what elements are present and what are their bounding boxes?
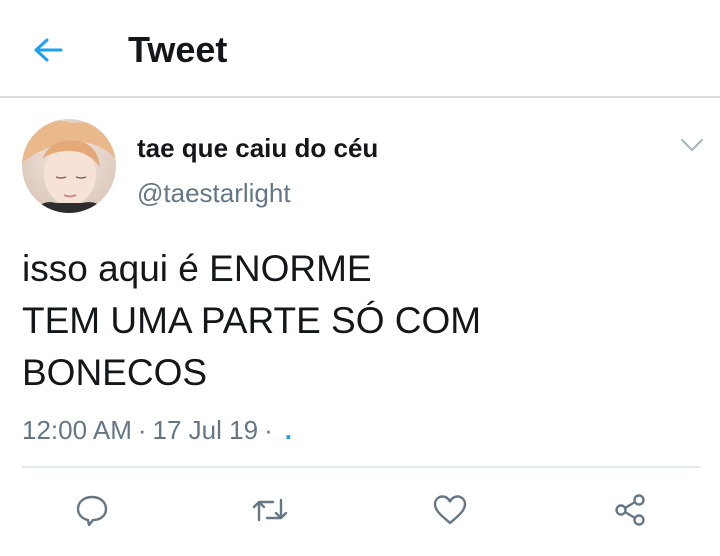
tweet-text-line: TEM UMA PARTE SÓ COM <box>22 300 482 341</box>
meta-separator: · <box>137 415 147 445</box>
like-icon <box>433 495 467 525</box>
chevron-down-icon[interactable] <box>678 134 706 156</box>
source-link[interactable]: . <box>279 415 292 445</box>
tweet-time: 12:00 AM <box>22 415 132 445</box>
page-title: Tweet <box>128 29 228 70</box>
tweet-text: isso aqui é ENORME TEM UMA PARTE SÓ COM … <box>22 243 702 399</box>
retweet-icon <box>252 498 288 522</box>
author-display-name[interactable]: tae que caiu do céu <box>137 132 378 164</box>
tweet-text-line: BONECOS <box>22 352 208 393</box>
retweet-button[interactable] <box>250 490 290 530</box>
reply-icon <box>76 495 108 527</box>
tweet-date: 17 Jul 19 <box>152 415 259 445</box>
back-button[interactable] <box>28 32 68 68</box>
reply-button[interactable] <box>72 490 112 530</box>
tweet-text-line: isso aqui é ENORME <box>22 248 372 289</box>
arrow-left-icon <box>34 38 63 62</box>
avatar-image <box>22 119 116 213</box>
meta-separator: · <box>264 415 273 445</box>
divider <box>22 466 700 468</box>
share-button[interactable] <box>610 490 650 530</box>
tweet-timestamp: 12:00 AM · 17 Jul 19 ·. <box>22 413 292 447</box>
like-button[interactable] <box>430 490 470 530</box>
top-bar: Tweet <box>0 0 720 98</box>
avatar[interactable] <box>22 119 116 213</box>
share-icon <box>615 494 645 526</box>
author-handle[interactable]: @taestarlight <box>137 177 291 209</box>
